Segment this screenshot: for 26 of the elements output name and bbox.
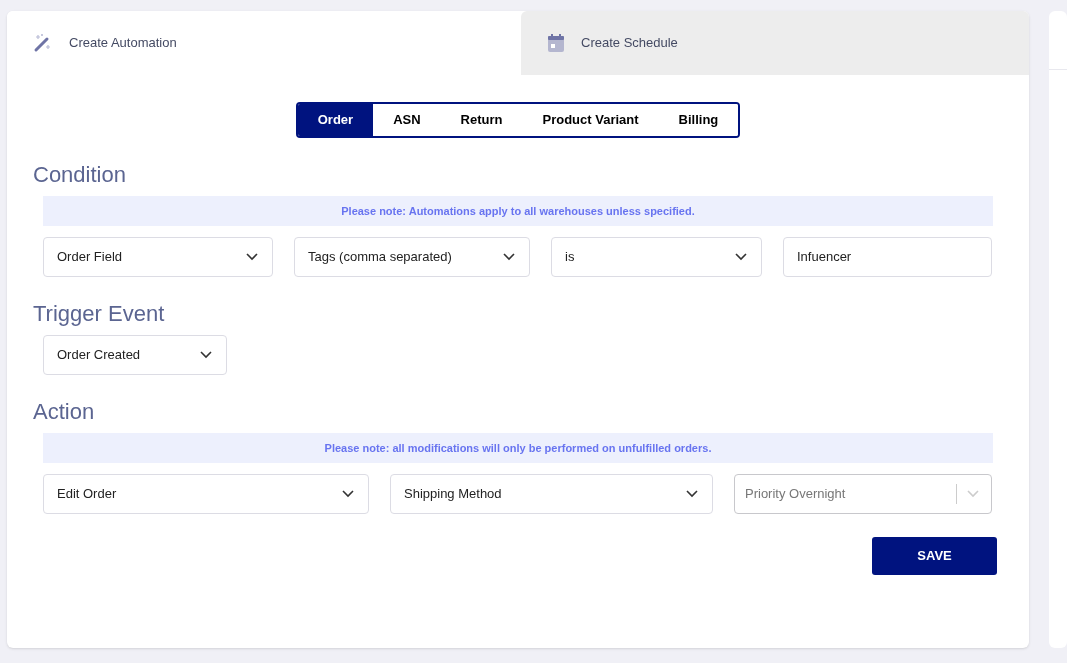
dropdown[interactable]: Order Created [43, 335, 227, 375]
dropdown[interactable]: Tags (comma separated) [294, 237, 530, 277]
section-heading: Trigger Event [33, 300, 166, 328]
dropdown[interactable]: Edit Order [43, 474, 369, 514]
section-heading: Action [33, 398, 96, 426]
section-heading: Condition [33, 161, 127, 189]
calendar-icon [547, 33, 565, 53]
chevron-down-icon [686, 490, 698, 498]
chevron-down-icon [200, 351, 212, 359]
dropdown[interactable]: Shipping Method [390, 474, 713, 514]
chevron-down-icon [342, 490, 354, 498]
chevron-down-icon [503, 253, 515, 261]
dropdown[interactable]: Priority Overnight [734, 474, 992, 514]
save-button[interactable]: SAVE [872, 537, 997, 575]
dropdown[interactable]: is [551, 237, 762, 277]
chevron-down-icon [967, 490, 979, 498]
chevron-down-icon [246, 253, 258, 261]
text-field[interactable]: Infuencer [783, 237, 992, 277]
segment-tab[interactable]: Order [297, 104, 374, 136]
info-note: Please note: all modifications will only be performed on unfulfilled orders. [43, 433, 993, 463]
tab[interactable]: Create Automation [7, 11, 515, 75]
dropdown[interactable]: Order Field [43, 237, 273, 277]
magic-wand-icon [33, 33, 53, 53]
info-note: Please note: Automations apply to all warehouses unless specified. [43, 196, 993, 226]
tab[interactable]: Create Schedule [521, 11, 1029, 75]
chevron-down-icon [735, 253, 747, 261]
